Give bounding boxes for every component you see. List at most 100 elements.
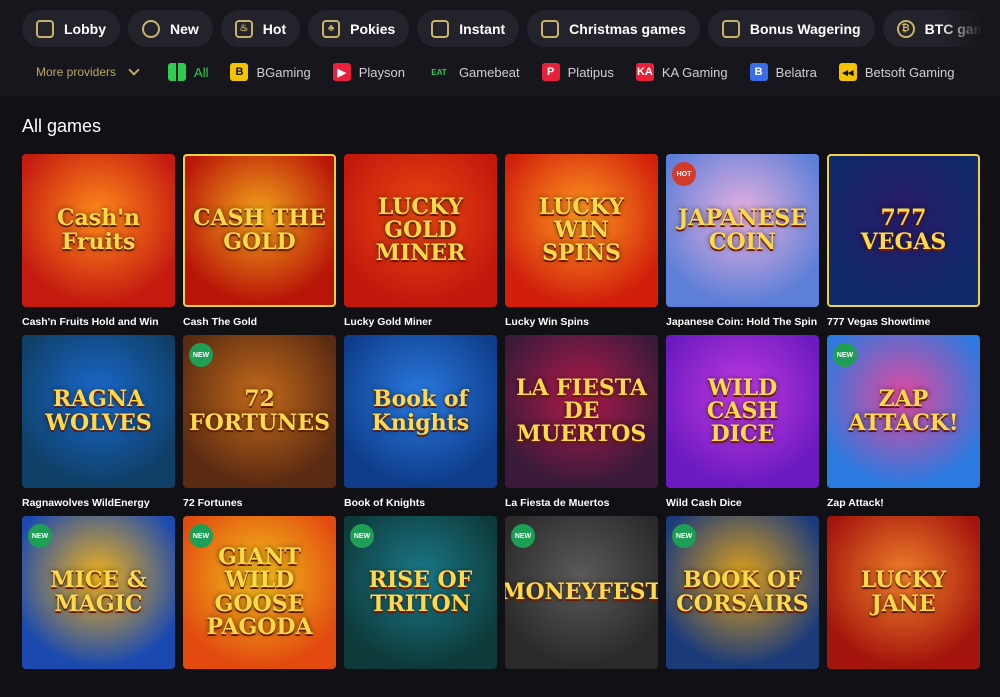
game-logo-art: 72 FORTUNES <box>189 386 331 436</box>
new-badge: NEW <box>189 524 213 548</box>
provider-logo-icon: EAT <box>431 67 447 77</box>
game-thumbnail[interactable]: 72 FORTUNES NEW <box>183 335 336 488</box>
provider-logo-icon: P <box>541 63 560 81</box>
game-card[interactable]: LA FIESTA DE MUERTOS La Fiesta de Muertos <box>505 335 658 516</box>
game-card[interactable]: Cash'n Fruits Cash'n Fruits Hold and Win <box>22 154 175 335</box>
provider-logo-icon: ▶ <box>332 63 351 81</box>
game-thumbnail[interactable]: GIANT WILD GOOSE PAGODA NEW <box>183 516 336 669</box>
game-thumbnail[interactable]: 777 VEGAS <box>827 154 980 307</box>
game-card[interactable]: GIANT WILD GOOSE PAGODA NEW <box>183 516 336 697</box>
tab-label: Bonus Wagering <box>749 20 861 37</box>
game-logo-art: MICE & MAGIC <box>50 567 147 617</box>
game-thumbnail[interactable]: LUCKY JANE <box>827 516 980 669</box>
provider-bgaming[interactable]: B BGaming <box>230 63 311 81</box>
provider-platipus[interactable]: P Platipus <box>541 63 614 81</box>
game-thumbnail[interactable]: MICE & MAGIC NEW <box>22 516 175 669</box>
provider-betsoft-gaming[interactable]: ◂◂ Betsoft Gaming <box>838 63 954 81</box>
new-badge: NEW <box>833 343 857 367</box>
game-title: Cash'n Fruits Hold and Win <box>22 316 159 328</box>
game-thumbnail[interactable]: RAGNA WOLVES <box>22 335 175 488</box>
game-title: Japanese Coin: Hold The Spin <box>666 316 818 328</box>
game-thumbnail[interactable]: MONEYFEST NEW <box>505 516 658 669</box>
category-scroll-fade <box>940 10 1000 47</box>
game-title: Lucky Gold Miner <box>344 316 433 328</box>
provider-label: Playson <box>358 64 405 80</box>
game-card[interactable]: CASH THE GOLD Cash The Gold <box>183 154 336 335</box>
game-logo-art: Book of Knights <box>371 386 470 436</box>
provider-ka-gaming[interactable]: KA KA Gaming <box>635 63 728 81</box>
game-card[interactable]: Book of Knights Book of Knights <box>344 335 497 516</box>
game-card[interactable]: MONEYFEST NEW <box>505 516 658 697</box>
tab-new[interactable]: New <box>128 10 213 47</box>
hot-badge: HOT <box>672 162 696 186</box>
game-title: Book of Knights <box>344 497 426 509</box>
tab-christmas-games[interactable]: Christmas games <box>527 10 700 47</box>
game-title: 72 Fortunes <box>183 497 243 509</box>
game-thumbnail[interactable]: RISE OF TRITON NEW <box>344 516 497 669</box>
new-badge: NEW <box>672 524 696 548</box>
game-card[interactable]: LUCKY WIN SPINS Lucky Win Spins <box>505 154 658 335</box>
game-card[interactable]: RAGNA WOLVES Ragnawolves WildEnergy <box>22 335 175 516</box>
game-title: 777 Vegas Showtime <box>827 316 931 328</box>
tab-bonus-wagering[interactable]: Bonus Wagering <box>707 10 875 47</box>
game-card[interactable]: WILD CASH DICE Wild Cash Dice <box>666 335 819 516</box>
provider-belatra[interactable]: B Belatra <box>749 63 817 81</box>
game-title: La Fiesta de Muertos <box>505 497 610 509</box>
game-logo-art: RAGNA WOLVES <box>45 386 152 436</box>
game-logo-art: MONEYFEST <box>505 578 658 605</box>
game-thumbnail[interactable]: LUCKY GOLD MINER <box>344 154 497 307</box>
section-title: All games <box>22 116 102 136</box>
game-logo-art: LUCKY JANE <box>860 567 947 617</box>
game-thumbnail[interactable]: Book of Knights <box>344 335 497 488</box>
flame-icon: ♨ <box>234 19 253 38</box>
tab-lobby[interactable]: Lobby <box>22 10 120 47</box>
provider-gamebeat[interactable]: EAT Gamebeat <box>427 63 520 81</box>
game-thumbnail[interactable]: LA FIESTA DE MUERTOS <box>505 335 658 488</box>
chevron-down-icon <box>128 64 140 76</box>
new-badge: NEW <box>28 524 52 548</box>
game-card[interactable]: LUCKY JANE <box>827 516 980 697</box>
provider-label: All <box>194 64 209 80</box>
game-logo-art: ZAP ATTACK! <box>848 386 959 436</box>
tab-pokies[interactable]: ♣ Pokies <box>308 10 410 47</box>
bitcoin-icon: ₿ <box>896 19 915 38</box>
tab-label: Pokies <box>350 20 396 37</box>
game-card[interactable]: RISE OF TRITON NEW <box>344 516 497 697</box>
game-card[interactable]: 72 FORTUNES NEW 72 Fortunes <box>183 335 336 516</box>
game-thumbnail[interactable]: LUCKY WIN SPINS <box>505 154 658 307</box>
game-thumbnail[interactable]: BOOK OF CORSAIRS NEW <box>666 516 819 669</box>
tab-label: Lobby <box>64 20 106 37</box>
slot-icon <box>721 19 740 38</box>
game-thumbnail[interactable]: WILD CASH DICE <box>666 335 819 488</box>
game-title: Lucky Win Spins <box>505 316 589 328</box>
game-thumbnail[interactable]: Cash'n Fruits <box>22 154 175 307</box>
game-card[interactable]: 777 VEGAS 777 Vegas Showtime <box>827 154 980 335</box>
cherry-icon: ♣ <box>322 19 341 38</box>
game-logo-art: LA FIESTA DE MUERTOS <box>515 374 647 448</box>
game-card[interactable]: BOOK OF CORSAIRS NEW <box>666 516 819 697</box>
game-card[interactable]: MICE & MAGIC NEW <box>22 516 175 697</box>
tab-instant[interactable]: Instant <box>417 10 520 47</box>
new-badge: NEW <box>189 343 213 367</box>
provider-all[interactable]: All <box>168 63 208 81</box>
game-card[interactable]: JAPANESE COIN HOT Japanese Coin: Hold The … <box>666 154 819 335</box>
tab-hot[interactable]: ♨ Hot <box>220 10 301 47</box>
game-thumbnail[interactable]: JAPANESE COIN HOT <box>666 154 819 307</box>
provider-label: Gamebeat <box>458 64 520 80</box>
provider-filter-bar: More providers All B BGaming ▶ Playson EAT Gam… <box>36 60 976 84</box>
game-thumbnail[interactable]: ZAP ATTACK! NEW <box>827 335 980 488</box>
game-card[interactable]: LUCKY GOLD MINER Lucky Gold Miner <box>344 154 497 335</box>
provider-logo-icon <box>168 63 187 81</box>
game-logo-art: LUCKY GOLD MINER <box>375 193 466 267</box>
more-providers-dropdown[interactable]: More providers <box>36 64 140 79</box>
game-card[interactable]: ZAP ATTACK! NEW Zap Attack! <box>827 335 980 516</box>
new-icon <box>142 19 160 38</box>
tab-label: Instant <box>459 20 506 37</box>
provider-playson[interactable]: ▶ Playson <box>332 63 405 81</box>
slot-icon <box>431 19 450 38</box>
game-thumbnail[interactable]: CASH THE GOLD <box>183 154 336 307</box>
more-providers-label: More providers <box>36 65 117 79</box>
game-title: Cash The Gold <box>183 316 258 328</box>
game-logo-art: JAPANESE COIN <box>677 205 808 255</box>
category-tabs: Lobby New ♨ Hot ♣ Pokies Instant Christmas game… <box>22 10 1000 47</box>
